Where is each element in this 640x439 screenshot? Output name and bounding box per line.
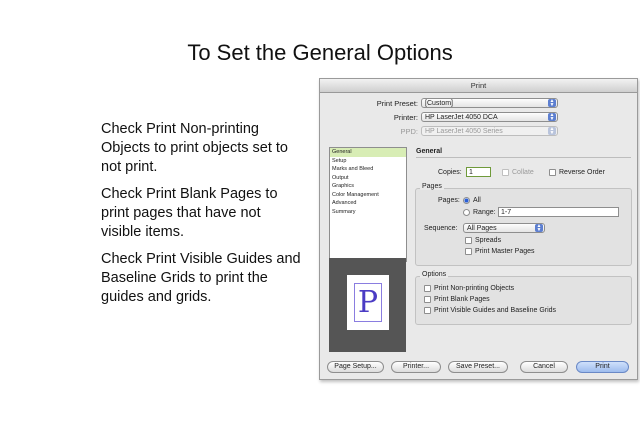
print-button[interactable]: Print	[576, 361, 629, 373]
range-label: Range:	[473, 209, 496, 216]
slide-title: To Set the General Options	[187, 40, 453, 65]
collate-label: Collate	[512, 169, 534, 176]
print-preset-value: [Custom]	[425, 100, 454, 107]
category-item-general[interactable]: General	[330, 148, 406, 157]
printer-button[interactable]: Printer...	[391, 361, 441, 373]
spreads-checkbox[interactable]	[465, 237, 472, 244]
ppd-label: PPD:	[400, 127, 418, 136]
reverse-order-label: Reverse Order	[559, 169, 605, 176]
general-heading: General	[416, 148, 443, 155]
category-item-output[interactable]: Output	[330, 174, 406, 183]
range-input[interactable]: 1-7	[498, 207, 619, 217]
print-nonprinting-label: Print Non-printing Objects	[434, 285, 515, 292]
print-master-pages-label: Print Master Pages	[475, 248, 535, 255]
reverse-order-checkbox[interactable]	[549, 169, 556, 176]
preview-page: P	[347, 275, 389, 330]
category-item-graphics[interactable]: Graphics	[330, 182, 406, 191]
page-preview: P	[329, 258, 406, 352]
bullet-blank-pages: Check Print Blank Pages to print pages t…	[101, 186, 278, 240]
page-setup-button[interactable]: Page Setup...	[327, 361, 384, 373]
print-blank-pages-checkbox[interactable]	[424, 296, 431, 303]
updown-arrow-icon: ▲ ▼	[548, 98, 556, 108]
divider	[416, 157, 631, 158]
updown-arrow-icon: ▲ ▼	[548, 126, 556, 136]
all-radio[interactable]	[463, 197, 470, 204]
print-guides-label: Print Visible Guides and Baseline Grids	[434, 307, 557, 314]
print-preset-select[interactable]: [Custom] ▲ ▼	[421, 98, 558, 108]
print-dialog: Print Print Preset: [Custom] ▲ ▼ Printer: …	[319, 78, 638, 380]
sequence-select[interactable]: All Pages ▲ ▼	[463, 223, 545, 233]
bullet-list: Check Print Non-printing Objects to prin…	[101, 120, 301, 315]
options-group-label: Options	[420, 271, 449, 278]
category-item-marks-and-bleed[interactable]: Marks and Bleed	[330, 165, 406, 174]
print-guides-checkbox[interactable]	[424, 307, 431, 314]
print-preset-label: Print Preset:	[376, 99, 418, 108]
ppd-value: HP LaserJet 4050 Series	[425, 128, 503, 135]
print-master-pages-checkbox[interactable]	[465, 248, 472, 255]
printer-label: Printer:	[393, 113, 418, 122]
dialog-title: Print	[320, 79, 637, 93]
category-item-advanced[interactable]: Advanced	[330, 199, 406, 208]
spreads-label: Spreads	[475, 237, 502, 244]
category-item-setup[interactable]: Setup	[330, 157, 406, 166]
print-blank-pages-label: Print Blank Pages	[434, 296, 490, 303]
category-item-color-management[interactable]: Color Management	[330, 191, 406, 200]
copies-input[interactable]: 1	[466, 167, 491, 177]
updown-arrow-icon: ▲ ▼	[535, 223, 543, 233]
cancel-button[interactable]: Cancel	[520, 361, 568, 373]
category-item-summary[interactable]: Summary	[330, 208, 406, 217]
pages-group-label: Pages	[420, 183, 444, 190]
bullet-nonprinting: Check Print Non-printing Objects to prin…	[101, 121, 288, 175]
pages-label: Pages:	[438, 197, 460, 204]
copies-label: Copies:	[438, 169, 462, 176]
ppd-select: HP LaserJet 4050 Series ▲ ▼	[421, 126, 558, 136]
printer-select[interactable]: HP LaserJet 4050 DCA ▲ ▼	[421, 112, 558, 122]
updown-arrow-icon: ▲ ▼	[548, 112, 556, 122]
bullet-guides: Check Print Visible Guides and Baseline …	[101, 251, 301, 305]
range-radio[interactable]	[463, 209, 470, 216]
category-list[interactable]: General Setup Marks and Bleed Output Gra…	[329, 147, 407, 262]
save-preset-button[interactable]: Save Preset...	[448, 361, 508, 373]
print-nonprinting-checkbox[interactable]	[424, 285, 431, 292]
sequence-label: Sequence:	[424, 225, 458, 232]
collate-checkbox	[502, 169, 509, 176]
preview-letter: P	[354, 283, 382, 322]
sequence-value: All Pages	[467, 225, 497, 232]
all-label: All	[473, 197, 481, 204]
printer-value: HP LaserJet 4050 DCA	[425, 114, 498, 121]
